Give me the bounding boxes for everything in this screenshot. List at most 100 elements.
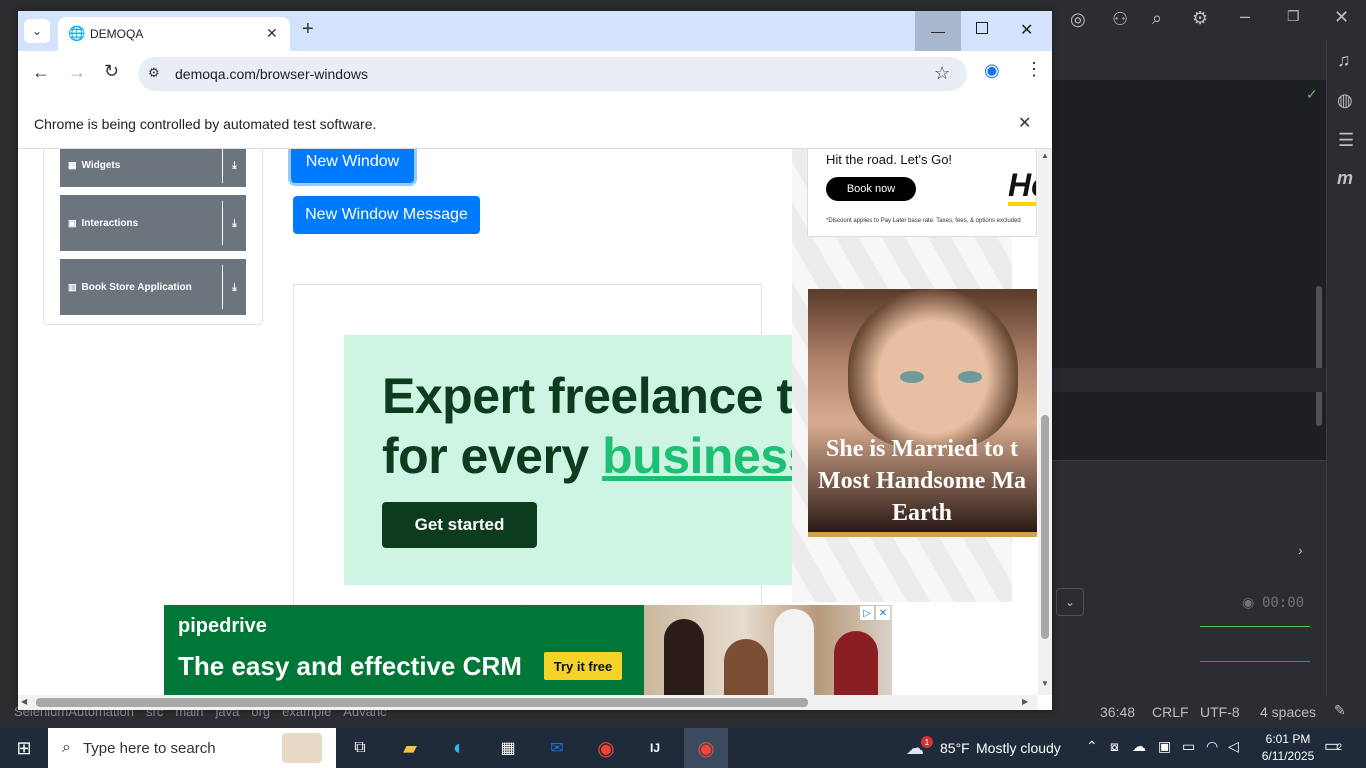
profile-icon[interactable]: ◉ <box>984 60 1000 81</box>
search-icon[interactable]: ⌕ <box>1152 8 1162 29</box>
clock-date[interactable]: 6/11/2025 <box>1254 749 1322 763</box>
vertical-scrollbar[interactable]: ▲ ▼ <box>1038 149 1052 695</box>
search-placeholder: Type here to search <box>82 739 216 757</box>
lock-icon[interactable]: ✎ <box>1334 702 1346 719</box>
pipedrive-headline: The easy and effective CRM <box>178 651 522 681</box>
ide-left-toolbar <box>0 40 18 696</box>
tab-search-button[interactable]: ⌄ <box>24 19 50 43</box>
store-icon[interactable]: ▦ <box>488 728 528 768</box>
start-button[interactable]: ⊞ <box>4 728 44 768</box>
window-close-icon[interactable]: ✕ <box>1020 20 1033 40</box>
chrome-icon[interactable]: ◉ <box>586 728 626 768</box>
timer-icon: ◉ <box>1242 594 1255 610</box>
search-highlight-icon <box>282 733 322 763</box>
book-now-button[interactable]: Book now <box>826 177 916 201</box>
display-icon[interactable]: ▣ <box>1158 738 1171 755</box>
scroll-down-icon[interactable]: ▼ <box>1041 679 1049 688</box>
sidebar-item-label: Book Store Application <box>81 281 192 293</box>
h-scroll-thumb[interactable] <box>36 698 808 707</box>
ad-close-icon[interactable]: ✕ <box>876 606 890 620</box>
infobar-close-icon[interactable]: ✕ <box>1018 113 1031 133</box>
tray-icon[interactable]: ⧇ <box>1110 738 1119 755</box>
portrait-photo <box>848 289 1018 449</box>
try-free-button[interactable]: Try it free <box>544 652 622 680</box>
office-photo <box>644 605 892 695</box>
menu-icon[interactable]: ⋮ <box>1025 59 1043 80</box>
chrome-active-icon[interactable]: ◉ <box>684 728 728 768</box>
maven-icon[interactable]: m <box>1337 168 1353 189</box>
file-encoding[interactable]: UTF-8 <box>1200 704 1240 720</box>
onedrive-icon[interactable]: ☁ <box>1132 738 1146 755</box>
celebrity-line-3: Earth <box>892 500 952 526</box>
tab-demoqa[interactable]: 🌐 DEMOQA ✕ <box>58 17 290 51</box>
pipedrive-ad[interactable]: pipedrive The easy and effective CRM Try… <box>164 605 892 695</box>
ai-assistant-icon[interactable]: ◍ <box>1337 90 1353 111</box>
sidebar-item-interactions[interactable]: ▣ Interactions ⤓ <box>60 195 246 251</box>
dropdown-button[interactable]: ⌄ <box>1056 588 1084 616</box>
copilot-icon[interactable]: ◎ <box>1070 9 1086 30</box>
globe-icon: 🌐 <box>68 25 86 41</box>
sidebar-item-widgets[interactable]: ▦ Widgets ⤓ <box>60 149 246 187</box>
horizontal-scrollbar[interactable]: ◀ ▶ <box>18 695 1038 710</box>
window-minimize-button[interactable]: — <box>915 11 961 51</box>
battery-icon[interactable]: ▭ <box>1182 738 1195 755</box>
cursor-position[interactable]: 36:48 <box>1100 704 1135 720</box>
new-window-button[interactable]: New Window <box>291 149 414 183</box>
forward-icon[interactable]: → <box>68 62 86 83</box>
intellij-icon[interactable]: IJ <box>635 728 675 768</box>
ide-right-toolbar: ♫ ◍ ☰ m <box>1326 40 1366 696</box>
celebrity-ad[interactable]: She is Married to t Most Handsome Ma Ear… <box>808 289 1037 537</box>
freelance-headline-1: Expert freelance ta <box>382 368 820 424</box>
get-started-button[interactable]: Get started <box>382 502 537 548</box>
site-info-icon[interactable]: ⚙ <box>148 65 160 81</box>
new-window-message-button[interactable]: New Window Message <box>293 196 480 234</box>
scroll-right-icon[interactable]: ▶ <box>1022 697 1028 706</box>
database-icon[interactable]: ☰ <box>1338 130 1354 151</box>
wifi-icon[interactable]: ◠ <box>1206 738 1218 755</box>
file-explorer-icon[interactable]: ▰ <box>390 728 430 768</box>
tab-close-icon[interactable]: ✕ <box>266 25 278 42</box>
sidebar-item-label: Widgets <box>81 159 121 171</box>
taskbar-search[interactable]: ⌕ Type here to search <box>48 728 336 768</box>
add-user-icon[interactable]: ⚇ <box>1112 9 1128 30</box>
settings-icon[interactable]: ⚙ <box>1192 8 1208 29</box>
eye-icon <box>958 371 982 383</box>
download-icon: ⤓ <box>222 149 246 183</box>
close-icon[interactable]: ✕ <box>1334 7 1349 28</box>
new-tab-icon[interactable]: + <box>302 18 314 41</box>
hertz-ad[interactable]: Hit the road. Let's Go! Book now He *Dis… <box>807 149 1037 237</box>
weather-temp[interactable]: 85°F <box>940 740 970 756</box>
notifications-icon[interactable]: ♫ <box>1337 50 1351 71</box>
indent-setting[interactable]: 4 spaces <box>1260 704 1316 720</box>
line-separator[interactable]: CRLF <box>1152 704 1189 720</box>
chevron-up-icon[interactable]: ⌃ <box>1086 738 1098 755</box>
address-bar[interactable]: ⚙ demoqa.com/browser-windows ☆ <box>138 57 967 91</box>
freelance-headline-highlight: business <box>602 428 815 484</box>
url-text[interactable]: demoqa.com/browser-windows <box>175 66 368 82</box>
back-icon[interactable]: ← <box>32 62 50 83</box>
scroll-up-icon[interactable]: ▲ <box>1041 151 1049 160</box>
scroll-left-icon[interactable]: ◀ <box>21 697 27 706</box>
celebrity-line-2: Most Handsome Ma <box>818 468 1026 494</box>
sidebar-item-book-store[interactable]: ▥ Book Store Application ⤓ <box>60 259 246 315</box>
pipedrive-logo: pipedrive <box>178 615 267 637</box>
window-maximize-icon[interactable] <box>976 22 988 34</box>
restore-icon[interactable]: ❐ <box>1287 8 1300 25</box>
volume-icon[interactable]: ◁ <box>1228 738 1239 755</box>
minimize-icon[interactable]: – <box>1240 6 1250 27</box>
chrome-window: ⌄ 🌐 DEMOQA ✕ + — ✕ ← → ↻ ⚙ demoqa.com/br… <box>18 11 1052 710</box>
reload-icon[interactable]: ↻ <box>104 61 119 82</box>
chevron-right-icon[interactable]: › <box>1298 542 1303 558</box>
clock-time[interactable]: 6:01 PM <box>1260 732 1316 746</box>
weather-desc[interactable]: Mostly cloudy <box>976 740 1061 756</box>
bookmark-star-icon[interactable]: ☆ <box>934 63 950 84</box>
scroll-thumb[interactable] <box>1041 415 1049 639</box>
freelance-headline-2: for every business <box>382 427 815 485</box>
task-view-icon[interactable]: ⧉ <box>340 728 380 768</box>
search-icon: ⌕ <box>62 739 71 756</box>
ad-choices-icon[interactable]: ▷ <box>860 606 874 620</box>
editor-scrollbar[interactable] <box>1316 286 1322 426</box>
edge-icon[interactable]: ◐ <box>439 728 479 768</box>
outlook-icon[interactable]: ✉ <box>537 728 577 768</box>
person-figure <box>724 639 768 695</box>
